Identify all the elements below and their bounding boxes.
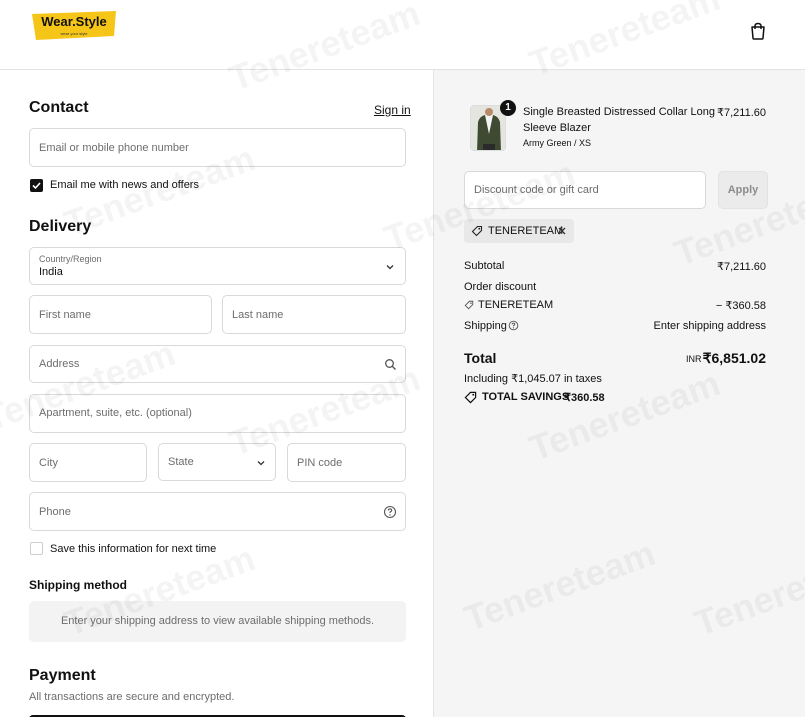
- discount-code-tag: TENERETEAM: [464, 219, 574, 243]
- tag-icon: [464, 300, 474, 310]
- save-info-label: Save this information for next time: [50, 543, 217, 555]
- discount-input[interactable]: Discount code or gift card: [464, 171, 706, 209]
- shipping-label: Shipping: [464, 320, 507, 332]
- phone-field[interactable]: Phone: [29, 492, 406, 531]
- shipping-notice-text: Enter your shipping address to view avai…: [60, 615, 375, 627]
- product-variant: Army Green / XS: [523, 138, 592, 148]
- order-discount-code: TENERETEAM: [478, 299, 554, 311]
- logo-tagline: wear your style: [61, 31, 89, 36]
- apartment-placeholder: Apartment, suite, etc. (optional): [39, 407, 192, 419]
- help-icon[interactable]: [383, 505, 397, 519]
- city-field[interactable]: City: [29, 443, 147, 482]
- payment-subtitle: All transactions are secure and encrypte…: [29, 691, 235, 703]
- payment-title: Payment: [29, 667, 96, 684]
- total-savings-value: ₹360.58: [564, 392, 605, 404]
- shopping-bag-icon[interactable]: [750, 22, 766, 40]
- first-name-placeholder: First name: [39, 309, 91, 321]
- first-name-field[interactable]: First name: [29, 295, 212, 334]
- tag-icon: [471, 225, 483, 237]
- subtotal-label: Subtotal: [464, 260, 505, 272]
- product-price: ₹7,211.60: [716, 107, 766, 119]
- country-label: Country/Region: [39, 254, 102, 264]
- save-info-checkbox[interactable]: [30, 542, 43, 555]
- header: Wear.Style wear your style: [0, 0, 805, 70]
- phone-placeholder: Phone: [39, 506, 71, 518]
- newsletter-checkbox[interactable]: [30, 179, 43, 192]
- chevron-down-icon: [386, 265, 394, 270]
- pin-code-placeholder: PIN code: [297, 457, 343, 469]
- subtotal-value: ₹7,211.60: [716, 261, 766, 273]
- state-select[interactable]: State: [158, 443, 276, 481]
- address-placeholder: Address: [39, 358, 80, 370]
- total-savings-label: TOTAL SAVINGS: [482, 391, 570, 403]
- pin-code-field[interactable]: PIN code: [287, 443, 406, 482]
- city-placeholder: City: [39, 457, 58, 469]
- wear-style-logo[interactable]: Wear.Style wear your style: [30, 10, 118, 44]
- total-label: Total: [464, 350, 497, 366]
- last-name-placeholder: Last name: [232, 309, 284, 321]
- apartment-field[interactable]: Apartment, suite, etc. (optional): [29, 394, 406, 433]
- shipping-value: Enter shipping address: [653, 320, 766, 332]
- country-value: India: [39, 266, 63, 278]
- newsletter-label: Email me with news and offers: [50, 179, 199, 191]
- shipping-methods-notice: Enter your shipping address to view avai…: [29, 601, 406, 642]
- check-icon: [32, 182, 41, 190]
- checkout-form: Contact Sign in Email or mobile phone nu…: [0, 70, 434, 717]
- discount-code-text: TENERETEAM: [488, 225, 564, 237]
- address-field[interactable]: Address: [29, 345, 406, 383]
- last-name-field[interactable]: Last name: [222, 295, 406, 334]
- apply-label: Apply: [727, 184, 759, 196]
- order-summary: 1 Single Breasted Distressed Collar Long…: [434, 70, 805, 717]
- quantity-badge: 1: [500, 100, 516, 116]
- product-name-line2: Sleeve Blazer: [523, 122, 591, 134]
- apply-button[interactable]: Apply: [718, 171, 768, 209]
- taxes-note: Including ₹1,045.07 in taxes: [464, 373, 602, 385]
- sign-in-link[interactable]: Sign in: [374, 103, 411, 117]
- country-select[interactable]: Country/Region India: [29, 247, 406, 285]
- help-icon[interactable]: [508, 320, 519, 331]
- total-value: ₹6,851.02: [702, 350, 766, 366]
- contact-title: Contact: [29, 99, 89, 116]
- order-discount-label: Order discount: [464, 281, 537, 293]
- email-placeholder: Email or mobile phone number: [39, 142, 189, 154]
- order-discount-value: − ₹360.58: [715, 300, 766, 312]
- search-icon: [385, 359, 396, 370]
- state-placeholder: State: [168, 456, 194, 468]
- delivery-title: Delivery: [29, 218, 92, 235]
- discount-placeholder: Discount code or gift card: [474, 184, 599, 196]
- chevron-down-icon: [257, 461, 265, 466]
- email-field[interactable]: Email or mobile phone number: [29, 128, 406, 167]
- logo-text: Wear.Style: [41, 14, 107, 29]
- savings-tag-icon: [464, 391, 477, 404]
- shipping-method-title: Shipping method: [29, 578, 127, 592]
- close-icon[interactable]: [557, 226, 567, 236]
